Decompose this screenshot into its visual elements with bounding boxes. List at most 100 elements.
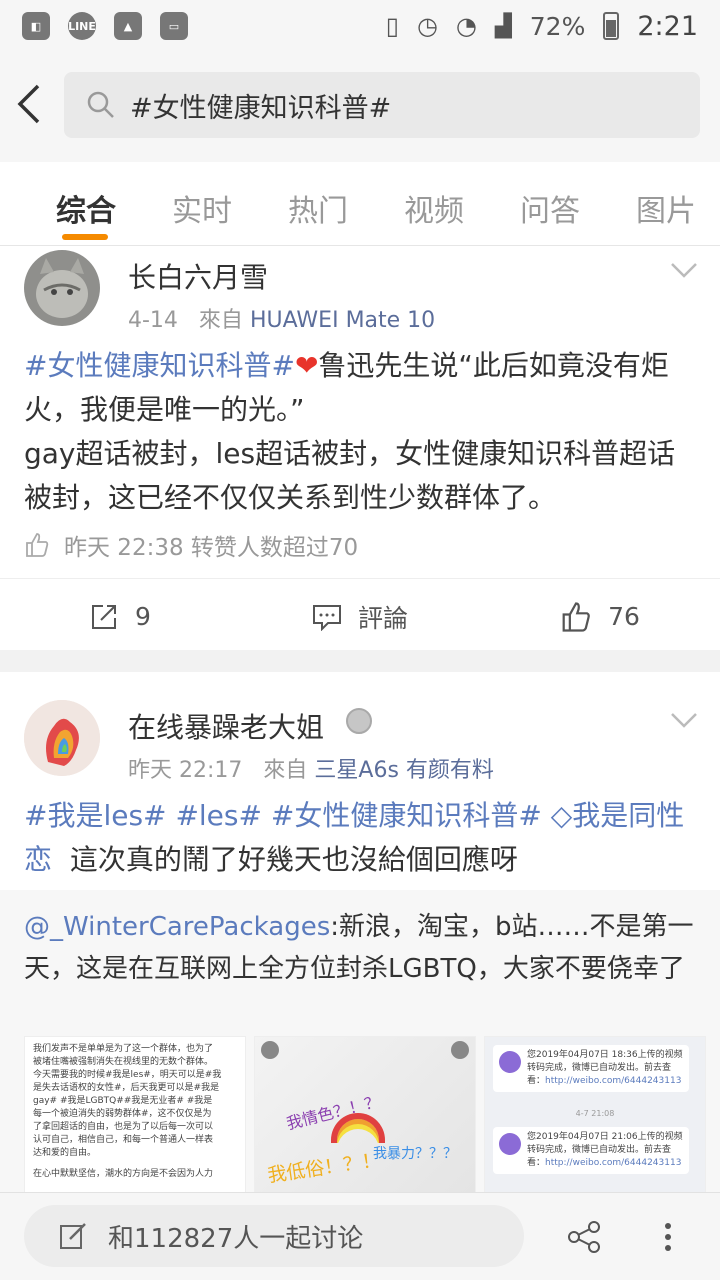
- thumb-link: http://weibo.com/6444243113: [545, 1076, 682, 1086]
- discuss-input[interactable]: 和112827人一起讨论: [24, 1205, 524, 1267]
- active-tab-indicator: [62, 234, 108, 240]
- post-source[interactable]: HUAWEI Mate 10: [250, 308, 435, 333]
- repost-icon: [92, 604, 117, 629]
- search-header: #女性健康知识科普#: [0, 52, 720, 162]
- repost-author[interactable]: @_WinterCarePackages: [24, 912, 330, 942]
- member-medal-icon: [346, 708, 372, 734]
- thumb-text: 我们发声不是单单是为了这一个群体，也为了: [33, 1044, 214, 1054]
- line-icon: LINE: [68, 12, 96, 40]
- search-query: #女性健康知识科普#: [130, 92, 392, 124]
- post-source[interactable]: 三星A6s 有颜有料: [314, 758, 494, 783]
- more-icon[interactable]: [650, 1219, 686, 1255]
- tab-comprehensive[interactable]: 综合: [56, 186, 116, 230]
- heart-icon: ❤: [294, 349, 319, 382]
- clock: 2:21: [637, 10, 698, 42]
- like-button[interactable]: 76: [480, 579, 720, 654]
- video-icon: [499, 1051, 521, 1073]
- hashtag-link[interactable]: #les#: [175, 799, 262, 832]
- thumb-text: 今天需要我的时候#我是les#，明天可以是#我: [33, 1070, 222, 1080]
- username[interactable]: 在线暴躁老大姐: [128, 706, 324, 746]
- from-label: 來自: [263, 758, 308, 783]
- status-right-icons: ▯ ◷ ◔ ▟ 72% 2:21: [386, 11, 698, 42]
- post-text-line: gay超话被封，les超话被封，女性健康知识科普超话被封，这已经不仅仅关系到性少…: [24, 437, 676, 514]
- comment-icon: [312, 604, 341, 631]
- tab-hot[interactable]: 热门: [288, 186, 348, 230]
- search-bar[interactable]: #女性健康知识科普#: [64, 72, 700, 138]
- back-arrow-icon[interactable]: [14, 82, 54, 132]
- thumb-date: 4-7 21:08: [575, 1109, 615, 1118]
- status-left-icons: ◧ LINE ▲ ▭: [22, 12, 188, 40]
- image-thumbnail[interactable]: 我们发声不是单单是为了这一个群体，也为了 被堵住嘴被强制消失在视线里的无数个群体…: [24, 1036, 246, 1198]
- comment-label: 評論: [357, 603, 408, 633]
- battery-icon: [603, 12, 620, 40]
- thumb-text: 被堵住嘴被强制消失在视线里的无数个群体。: [33, 1057, 214, 1067]
- bottom-bar: 和112827人一起讨论: [0, 1192, 720, 1280]
- tab-video[interactable]: 视频: [404, 186, 464, 230]
- signal-icon: ▟: [494, 13, 512, 39]
- repost-button[interactable]: 9: [0, 579, 240, 654]
- avatar[interactable]: [24, 250, 100, 326]
- image-grid: 我们发声不是单单是为了这一个群体，也为了 被堵住嘴被强制消失在视线里的无数个群体…: [24, 1036, 706, 1198]
- post-card[interactable]: 在线暴躁老大姐 昨天 22:17 來自 三星A6s 有颜有料 #我是les# #…: [0, 672, 720, 1198]
- thumb-text: 是失去话语权的女性#，后天我更可以是#我是: [33, 1083, 220, 1093]
- post-date: 4-14: [128, 308, 178, 333]
- vibrate-icon: ▯: [385, 12, 399, 40]
- tab-qa[interactable]: 问答: [520, 186, 580, 230]
- search-icon: [87, 91, 114, 118]
- repost-text: @_WinterCarePackages:新浪，淘宝，b站……不是第一天，这是在…: [24, 906, 696, 990]
- like-info-text: 昨天 22:38 转赞人数超过70: [64, 535, 359, 561]
- battery-percent: 72%: [529, 11, 586, 41]
- post-text-line: 這次真的鬧了好幾天也沒給個回應呀: [69, 843, 518, 876]
- thumb-up-icon: [562, 601, 590, 632]
- tab-realtime[interactable]: 实时: [172, 186, 232, 230]
- discuss-label: 和112827人一起讨论: [108, 1223, 364, 1254]
- app-icon: ◧: [22, 12, 50, 40]
- share-icon[interactable]: [566, 1219, 602, 1255]
- message-bubble: 您2019年04月07日 21:06上传的视频转码完成，微博已自动发出。前去查看…: [493, 1127, 689, 1174]
- tab-bar: 综合 实时 热门 视频 问答 图片: [0, 162, 720, 246]
- username[interactable]: 长白六月雪: [128, 256, 268, 296]
- expand-icon: [451, 1041, 469, 1059]
- like-info: 昨天 22:38 转赞人数超过70: [24, 528, 358, 562]
- thumb-text: 了拿回超话的自由，也是为了以后每一次可以: [33, 1122, 214, 1132]
- comment-button[interactable]: 評論: [240, 579, 480, 654]
- super-topic-icon: ◇: [550, 799, 573, 832]
- chevron-down-icon[interactable]: [670, 712, 698, 728]
- post-text: #女性健康知识科普#❤鲁迅先生说“此后如竟没有炬火，我便是唯一的光。” gay超…: [24, 344, 696, 520]
- thumb-text: 每一个被迫消失的弱势群体#，这不仅仅是为: [33, 1109, 212, 1119]
- post-card[interactable]: 长白六月雪 4-14 來自 HUAWEI Mate 10 #女性健康知识科普#❤…: [0, 246, 720, 650]
- from-label: 來自: [198, 308, 243, 333]
- post-text: #我是les# #les# #女性健康知识科普# ◇我是同性恋 這次真的鬧了好幾…: [24, 794, 696, 882]
- alarm-icon: ◷: [416, 12, 438, 40]
- thumb-text: [33, 1160, 237, 1168]
- repost-count: 9: [135, 602, 151, 631]
- hashtag-link[interactable]: #我是les#: [24, 799, 167, 832]
- status-bar: ◧ LINE ▲ ▭ ▯ ◷ ◔ ▟ 72% 2:21: [0, 0, 720, 52]
- post-actions: 9 評論 76: [0, 578, 720, 654]
- hashtag-link[interactable]: #女性健康知识科普#: [24, 349, 295, 382]
- edit-icon: [60, 1223, 86, 1249]
- thumb-text: gay# #我是LGBTQ##我是无业者# #我是: [33, 1096, 213, 1106]
- avatar[interactable]: [24, 700, 100, 776]
- bus-icon: ▭: [160, 12, 188, 40]
- hashtag-link[interactable]: #女性健康知识科普#: [271, 799, 542, 832]
- post-meta: 4-14 來自 HUAWEI Mate 10: [128, 302, 435, 334]
- gallery-icon: ▲: [114, 12, 142, 40]
- video-icon: [499, 1133, 521, 1155]
- thumb-link: http://weibo.com/6444243113: [545, 1158, 682, 1168]
- repost-block[interactable]: @_WinterCarePackages:新浪，淘宝，b站……不是第一天，这是在…: [0, 890, 720, 1198]
- tab-images[interactable]: 图片: [636, 186, 696, 230]
- thumb-up-icon: [26, 533, 49, 557]
- thumb-text: 在心中默默坚信，潮水的方向是不会因为人力: [33, 1169, 214, 1179]
- post-time: 昨天 22:17: [128, 758, 243, 783]
- wifi-icon: ◔: [455, 12, 477, 40]
- like-count: 76: [608, 602, 640, 631]
- thumb-text: 我暴力？？？: [373, 1146, 457, 1162]
- chevron-down-icon[interactable]: [670, 262, 698, 278]
- image-thumbnail[interactable]: 您2019年04月07日 18:36上传的视频转码完成，微博已自动发出。前去查看…: [484, 1036, 706, 1198]
- image-thumbnail[interactable]: 我情色？！？ 我低俗！？！ 我暴力？？？: [254, 1036, 476, 1198]
- thumb-text: 达和爱的自由。: [33, 1148, 97, 1158]
- thumb-text: 认可自己，相信自己，和每一个普通人一样表: [33, 1135, 214, 1145]
- message-bubble: 您2019年04月07日 18:36上传的视频转码完成，微博已自动发出。前去查看…: [493, 1045, 689, 1092]
- back-icon: [261, 1041, 279, 1059]
